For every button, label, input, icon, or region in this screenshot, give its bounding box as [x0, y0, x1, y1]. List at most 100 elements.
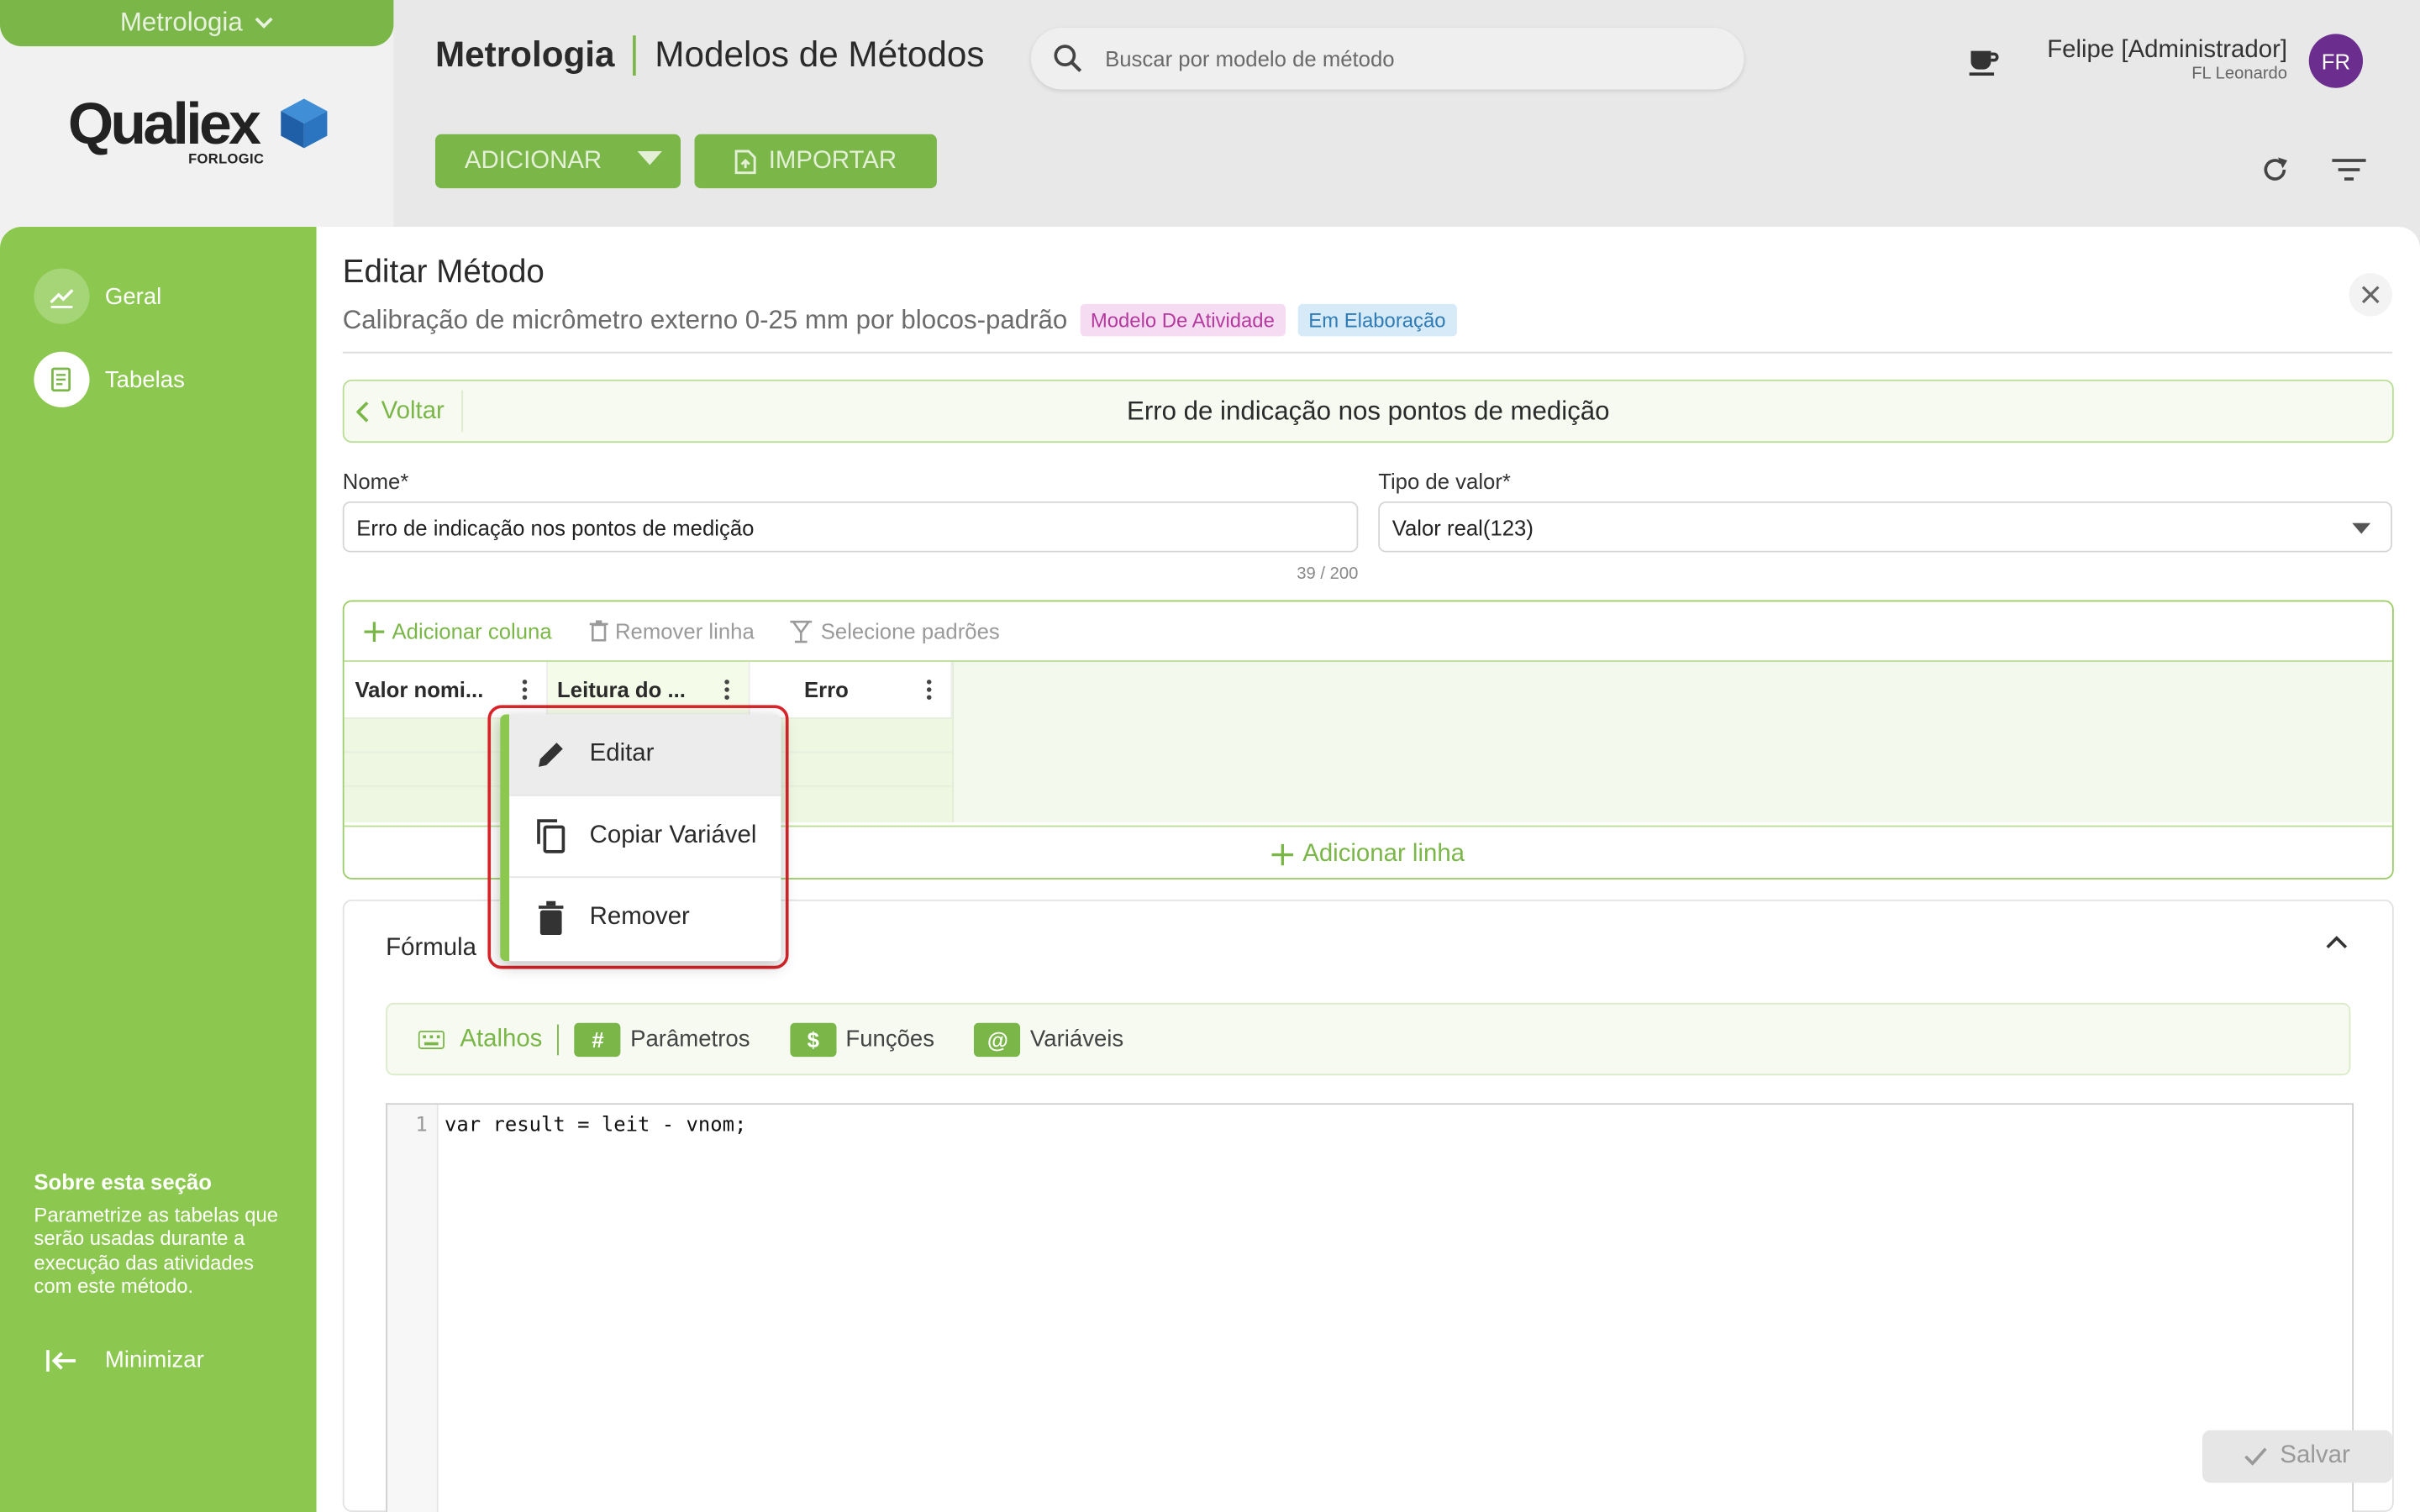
header-separator: [633, 34, 637, 76]
parameters-button[interactable]: # Parâmetros: [574, 1021, 750, 1057]
menu-item-remove[interactable]: Remover: [509, 878, 781, 958]
page-title: Editar Método: [342, 255, 544, 291]
search-placeholder: Buscar por modelo de método: [1105, 46, 1395, 71]
column-header-label: Valor nomi...: [355, 677, 484, 702]
value-type-select[interactable]: Valor real(123): [1378, 501, 2392, 553]
qualiex-logo: Qualiex FORLOGIC: [68, 92, 330, 179]
kebab-icon[interactable]: [723, 679, 729, 701]
add-button-label: ADICIONAR: [464, 147, 602, 174]
filter-icon[interactable]: [2332, 157, 2366, 181]
trash-icon: [531, 900, 571, 936]
trash-icon: [588, 620, 608, 642]
remove-row-label: Remover linha: [614, 618, 755, 643]
value-type-label: Tipo de valor*: [1378, 469, 1511, 494]
kebab-icon[interactable]: [926, 679, 932, 701]
pencil-icon: [531, 738, 571, 771]
refresh-icon[interactable]: [2260, 155, 2291, 186]
header-page: Modelos de Métodos: [655, 34, 985, 75]
select-standards-label: Selecione padrões: [820, 618, 1000, 643]
plus-icon: [1271, 843, 1294, 865]
caret-down-icon[interactable]: [637, 151, 662, 166]
avatar[interactable]: FR: [2308, 34, 2364, 88]
method-subtitle: Calibração de micrômetro externo 0-25 mm…: [342, 303, 1457, 337]
back-separator: [461, 390, 464, 433]
add-button[interactable]: ADICIONAR: [434, 134, 681, 189]
nav-item-geral[interactable]: Geral: [34, 268, 296, 324]
scale-icon: [788, 619, 813, 643]
table-toolbar: Adicionar coluna Remover linha Selecione…: [344, 601, 2392, 662]
import-button-label: IMPORTAR: [768, 147, 897, 174]
geral-icon: [34, 268, 90, 324]
search-bar[interactable]: Buscar por modelo de método: [1030, 28, 1744, 90]
parameters-label: Parâmetros: [630, 1026, 750, 1053]
column-header-label: Leitura do ...: [557, 677, 686, 702]
functions-label: Funções: [845, 1026, 935, 1053]
about-section-text: Parametrize as tabelas que serão usadas …: [34, 1203, 279, 1298]
shortcuts-label[interactable]: Atalhos: [460, 1026, 542, 1053]
page-header-title: Metrologia Modelos de Métodos: [434, 34, 985, 76]
menu-accent-bar: [500, 714, 510, 962]
module-selector[interactable]: Metrologia: [0, 0, 394, 47]
add-column-button[interactable]: Adicionar coluna: [364, 618, 552, 643]
hash-icon: #: [574, 1021, 622, 1057]
value-type-value: Valor real(123): [1392, 514, 1534, 539]
check-icon: [2244, 1447, 2268, 1466]
variables-label: Variáveis: [1029, 1026, 1124, 1053]
back-button[interactable]: Voltar: [356, 381, 445, 442]
remove-row-button[interactable]: Remover linha: [588, 618, 755, 643]
coffee-icon[interactable]: [1966, 43, 2000, 76]
section-title: Erro de indicação nos pontos de medição: [1126, 396, 1610, 426]
variables-button[interactable]: @ Variáveis: [974, 1021, 1124, 1057]
collapse-left-icon: [46, 1349, 77, 1371]
menu-item-label: Editar: [589, 740, 655, 767]
method-name: Calibração de micrômetro externo 0-25 mm…: [342, 304, 1068, 334]
import-button[interactable]: IMPORTAR: [694, 134, 937, 189]
nav-item-label: Tabelas: [104, 366, 185, 393]
add-column-label: Adicionar coluna: [392, 618, 552, 643]
nav-item-label: Geral: [104, 283, 162, 310]
select-standards-button[interactable]: Selecione padrões: [788, 619, 1000, 643]
kebab-icon[interactable]: [522, 679, 528, 701]
user-company: FL Leonardo: [2191, 65, 2288, 84]
status-badge: Em Elaboração: [1297, 303, 1457, 337]
close-button[interactable]: [2349, 273, 2392, 317]
drawer-navigation: Geral Tabelas Sobre esta seção Parametri…: [0, 227, 317, 1512]
divider: [342, 351, 2392, 354]
logo-cube-icon: [281, 98, 328, 149]
column-context-menu: Editar Copiar Variável Remover: [500, 714, 781, 962]
menu-item-label: Copiar Variável: [589, 822, 757, 849]
formula-panel: Fórmula Atalhos # Parâmetros $ Funções @…: [342, 899, 2394, 1512]
menu-item-label: Remover: [589, 904, 690, 931]
user-name: Felipe [Administrador]: [2047, 37, 2288, 64]
about-section-title: Sobre esta seção: [34, 1169, 212, 1194]
logo-subtext: FORLOGIC: [188, 151, 265, 167]
name-field[interactable]: Erro de indicação nos pontos de medição: [342, 501, 1359, 553]
close-icon: [2361, 286, 2380, 304]
minimize-button[interactable]: Minimizar: [46, 1347, 204, 1373]
keyboard-icon: [418, 1030, 445, 1049]
formula-shortcuts-bar: Atalhos # Parâmetros $ Funções @ Variáve…: [386, 1002, 2351, 1076]
menu-item-copy-variable[interactable]: Copiar Variável: [509, 796, 781, 877]
code-editor[interactable]: 1 var result = leit - vnom;: [386, 1103, 2354, 1512]
minimize-label: Minimizar: [104, 1347, 204, 1373]
formula-title: Fórmula: [386, 935, 476, 962]
nav-item-tabelas[interactable]: Tabelas: [34, 351, 296, 407]
search-icon: [1053, 43, 1084, 74]
save-label: Salvar: [2280, 1442, 2350, 1469]
model-badge: Modelo De Atividade: [1079, 303, 1286, 337]
menu-item-edit[interactable]: Editar: [509, 714, 781, 795]
header-module: Metrologia: [434, 34, 615, 75]
add-row-label: Adicionar linha: [1302, 840, 1465, 867]
code-line[interactable]: var result = leit - vnom;: [445, 1114, 746, 1137]
file-import-icon: [734, 149, 756, 174]
functions-button[interactable]: $ Funções: [790, 1021, 935, 1057]
module-name: Metrologia: [119, 8, 243, 38]
save-button[interactable]: Salvar: [2202, 1430, 2392, 1483]
chevron-up-icon[interactable]: [2326, 935, 2348, 949]
chevron-left-icon: [356, 401, 369, 423]
chevron-down-icon: [255, 17, 273, 29]
column-divider: [952, 661, 955, 822]
edit-method-drawer: Geral Tabelas Sobre esta seção Parametri…: [0, 227, 2420, 1512]
column-header-label: Erro: [803, 677, 849, 702]
caret-down-icon: [2352, 522, 2371, 534]
